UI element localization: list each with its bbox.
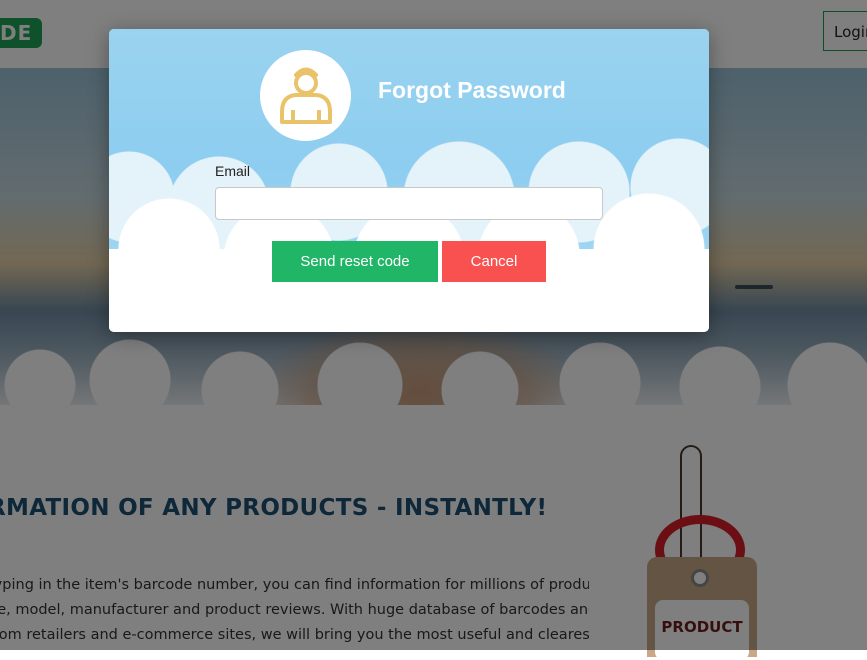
forgot-password-modal: Forgot Password Email Send reset code Ca… [109,29,709,332]
email-label: Email [215,163,251,179]
user-icon [280,67,332,124]
cancel-button[interactable]: Cancel [442,241,546,282]
email-field[interactable] [215,187,603,220]
modal-title: Forgot Password [378,77,566,103]
avatar [260,50,351,141]
send-reset-code-button[interactable]: Send reset code [272,241,438,282]
